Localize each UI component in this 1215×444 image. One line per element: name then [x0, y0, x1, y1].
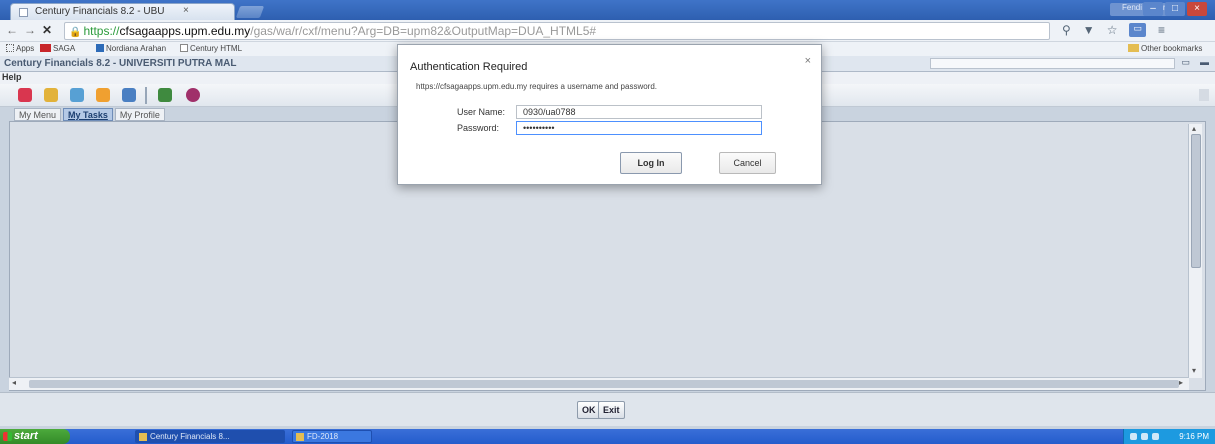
new-tab-button[interactable] [235, 6, 265, 18]
app-window-controls: ▭ ▬ [1181, 57, 1209, 68]
filter-icon[interactable]: ▼ [1083, 23, 1095, 37]
bookmark-label: Apps [16, 44, 35, 53]
app-tabs: My Menu My Tasks My Profile [14, 108, 165, 122]
dialog-close-icon[interactable]: × [805, 55, 811, 67]
bookmark-label: Other bookmarks [1141, 44, 1203, 53]
bookmark-apps[interactable]: Apps [6, 44, 34, 53]
tab-my-profile[interactable]: My Profile [114, 108, 165, 121]
tab-close-icon[interactable]: × [183, 5, 189, 16]
help-icon[interactable] [186, 88, 200, 102]
bookmark-label: SAGA [53, 44, 76, 53]
zoom-icon[interactable]: ⚲ [1062, 23, 1071, 37]
star-icon[interactable] [96, 88, 110, 102]
app-close-icon[interactable]: ▬ [1200, 57, 1209, 68]
dialog-title: Authentication Required [410, 61, 528, 73]
password-label: Password: [457, 123, 500, 133]
folder-icon[interactable] [44, 88, 58, 102]
tab-my-tasks[interactable]: My Tasks [63, 108, 113, 121]
cancel-button[interactable]: Cancel [719, 152, 776, 174]
chrome-menu-icon[interactable]: ≡ [1158, 23, 1165, 37]
vertical-scrollbar[interactable]: ▴ ▾ [1188, 124, 1202, 378]
app-footer: OK Exit [0, 392, 1215, 426]
toolbar-overflow[interactable] [1199, 89, 1209, 101]
browser-toolbar: ← → ✕ 🔒 https://cfsagaapps.upm.edu.my/gas… [0, 20, 1215, 42]
facebook-icon [96, 44, 104, 52]
system-tray: 9:16 PM [1123, 429, 1215, 444]
bookmark-saga[interactable]: SAGA [40, 44, 75, 53]
dialog-message: https://cfsagaapps.upm.edu.my requires a… [416, 82, 658, 91]
auth-dialog: Authentication Required × https://cfsaga… [397, 44, 822, 185]
page-favicon [19, 8, 28, 17]
tab-title: Century Financials 8.2 - UBU [35, 6, 165, 17]
security-icon[interactable] [1152, 433, 1159, 440]
app-search-box[interactable] [930, 58, 1175, 69]
chart-icon[interactable] [122, 88, 136, 102]
scroll-down-icon[interactable]: ▾ [1192, 366, 1196, 375]
app-title: Century Financials 8.2 - UNIVERSITI PUTR… [4, 58, 237, 69]
folder-task-icon [296, 433, 304, 441]
bookmark-star-icon[interactable]: ☆ [1107, 23, 1118, 37]
clock: 9:16 PM [1179, 432, 1209, 441]
window-controls: – □ × [1143, 2, 1207, 16]
hscroll-thumb[interactable] [29, 380, 1179, 388]
toolbar-actions: ⚲ ▼ ☆ ▭ ≡ [1062, 23, 1165, 37]
scroll-thumb[interactable] [1191, 134, 1201, 268]
taskbar-item-fd[interactable]: FD-2018 [292, 430, 372, 443]
password-field[interactable] [516, 121, 762, 135]
bookmark-other[interactable]: Other bookmarks [1128, 44, 1202, 53]
task-label: FD-2018 [307, 432, 339, 441]
minimize-button[interactable]: – [1143, 2, 1163, 16]
windows-taskbar: start Century Financials 8... FD-2018 9:… [0, 429, 1215, 444]
url-path: /gas/wa/r/cxf/menu?Arg=DB=upm82&OutputMa… [250, 24, 597, 38]
close-window-button[interactable]: × [1187, 2, 1207, 16]
url-host: cfsagaapps.upm.edu.my [119, 24, 251, 38]
browser-titlebar: Century Financials 8.2 - UBU × Fendi Sud… [0, 0, 1215, 20]
bookmark-label: Century HTML [190, 44, 243, 53]
extension-icon[interactable]: ▭ [1129, 23, 1146, 37]
taskbar-item-century[interactable]: Century Financials 8... [135, 430, 285, 443]
page-icon [180, 44, 188, 52]
scroll-right-icon[interactable]: ▸ [1179, 378, 1183, 387]
lock-icon: 🔒 [69, 27, 82, 38]
task-label: Century Financials 8... [150, 432, 230, 441]
stop-icon[interactable]: ✕ [42, 23, 52, 37]
saga-icon [40, 44, 51, 52]
ok-button[interactable]: OK [577, 401, 601, 419]
toolbar-separator [145, 87, 147, 104]
chrome-task-icon [139, 433, 147, 441]
exit-button[interactable]: Exit [598, 401, 625, 419]
address-bar[interactable]: 🔒 https://cfsagaapps.upm.edu.my/gas/wa/r/… [64, 22, 1050, 40]
bookmark-nordiana[interactable]: Nordiana Arahan [96, 44, 166, 53]
tab-my-menu[interactable]: My Menu [14, 108, 62, 121]
url-scheme: https:// [83, 24, 120, 38]
back-icon[interactable]: ← [6, 23, 18, 37]
horizontal-scrollbar[interactable]: ◂ ▸ [9, 377, 1189, 390]
start-button[interactable]: start [0, 429, 70, 444]
tray-icons [1130, 433, 1159, 440]
username-field[interactable] [516, 105, 762, 119]
folder-icon [1128, 44, 1139, 52]
forward-icon[interactable]: → [24, 23, 36, 37]
menu-help[interactable]: Help [2, 72, 22, 82]
scroll-left-icon[interactable]: ◂ [12, 378, 16, 387]
username-label: User Name: [457, 107, 506, 117]
arrow-icon[interactable] [158, 88, 172, 102]
bell-icon[interactable] [18, 88, 32, 102]
app-restore-icon[interactable]: ▭ [1181, 57, 1190, 68]
login-button[interactable]: Log In [620, 152, 682, 174]
start-label: start [14, 430, 38, 442]
scroll-up-icon[interactable]: ▴ [1192, 124, 1196, 133]
browser-tab[interactable]: Century Financials 8.2 - UBU × [10, 3, 235, 20]
volume-icon[interactable] [1141, 433, 1148, 440]
network-icon[interactable] [1130, 433, 1137, 440]
bookmark-label: Nordiana Arahan [106, 44, 167, 53]
maximize-button[interactable]: □ [1165, 2, 1185, 16]
apps-icon [6, 44, 14, 52]
bookmark-century[interactable]: Century HTML [180, 44, 242, 53]
windows-logo-icon [3, 432, 12, 441]
tools-icon[interactable] [70, 88, 84, 102]
